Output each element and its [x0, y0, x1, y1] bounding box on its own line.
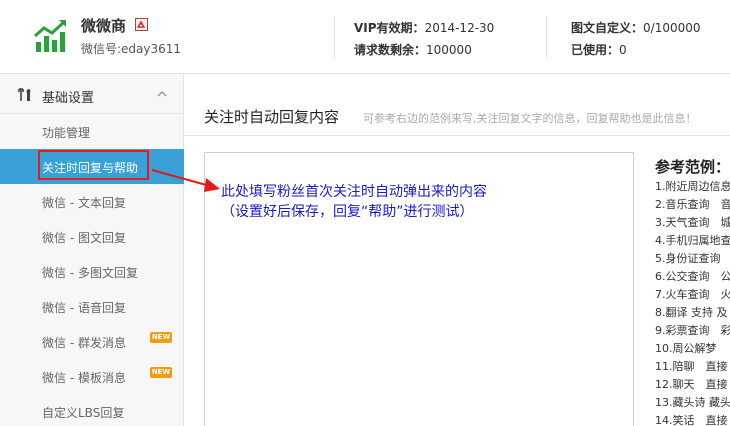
sidebar-item-label: 功能管理	[42, 126, 91, 140]
used-value: 0	[619, 43, 627, 57]
requests-remaining-label: 请求数剩余：	[354, 43, 427, 57]
requests-remaining-value: 100000	[426, 43, 472, 57]
reference-item: 11.陪聊 直接	[655, 360, 728, 373]
sidebar-item-label: 微信 - 语音回复	[42, 301, 126, 315]
title-divider	[184, 135, 730, 136]
wrench-icon	[18, 88, 31, 101]
reference-item: 4.手机归属地查	[655, 234, 730, 247]
annotation-line-1: 此处填写粉丝首次关注时自动弹出来的内容	[221, 184, 487, 200]
sidebar-item-template-message[interactable]: 微信 - 模板消息 NEW	[0, 359, 184, 394]
reference-item: 1.附近周边信息	[655, 180, 730, 193]
top-header: 微微商 微信号:eday3611 VIP有效期：2014-12-30 请求数剩余…	[0, 0, 730, 74]
sidebar-item-label: 微信 - 模板消息	[42, 371, 126, 385]
logo-icon	[28, 16, 70, 58]
reference-item: 14.笑话 直接	[655, 414, 728, 426]
vip-expiry-value: 2014-12-30	[424, 21, 495, 35]
used-count: 已使用：0	[571, 41, 627, 58]
page-hint: 可参考右边的范例来写,关注回复文字的信息，回复帮助也是此信息！	[363, 112, 697, 125]
sidebar-group-title: 基础设置	[42, 91, 95, 106]
reference-item: 2.音乐查询 音	[655, 198, 730, 211]
red-arrow-icon	[151, 169, 220, 192]
custom-graphic-count: 图文自定义：0/100000	[571, 19, 701, 36]
new-badge: NEW	[150, 332, 172, 343]
brand-name: 微微商	[81, 17, 127, 35]
sidebar-group-basic-settings[interactable]: 基础设置	[0, 74, 184, 114]
reference-item: 5.身份证查询	[655, 252, 721, 265]
reference-list: 1.附近周边信息 2.音乐查询 音 3.天气查询 城 4.手机归属地查 5.身份…	[655, 178, 730, 426]
sidebar-item-function-management[interactable]: 功能管理	[0, 114, 184, 149]
sidebar-item-label: 微信 - 群发消息	[42, 336, 126, 350]
reference-item: 13.藏头诗 藏头	[655, 396, 730, 409]
vip-expiry: VIP有效期：2014-12-30	[354, 19, 494, 36]
reference-item: 6.公交查询 公	[655, 270, 730, 283]
reference-item: 3.天气查询 城	[655, 216, 730, 229]
sidebar-item-graphic-reply[interactable]: 微信 - 图文回复	[0, 219, 184, 254]
sidebar-item-label: 微信 - 多图文回复	[42, 266, 138, 280]
sidebar-item-label: 微信 - 图文回复	[42, 231, 126, 245]
chevron-up-icon[interactable]	[156, 89, 168, 99]
sidebar-item-mass-message[interactable]: 微信 - 群发消息 NEW	[0, 324, 184, 359]
header-divider	[334, 16, 335, 58]
sidebar-item-label: 自定义LBS回复	[42, 406, 125, 420]
header-divider	[546, 16, 547, 58]
sidebar-item-multi-graphic-reply[interactable]: 微信 - 多图文回复	[0, 254, 184, 289]
reference-item: 7.火车查询 火	[655, 288, 730, 301]
new-badge: NEW	[150, 367, 172, 378]
reference-item: 10.周公解梦	[655, 342, 717, 355]
page-title: 关注时自动回复内容	[204, 108, 340, 126]
requests-remaining: 请求数剩余：100000	[354, 41, 472, 58]
used-label: 已使用：	[571, 43, 620, 57]
custom-graphic-label: 图文自定义：	[571, 21, 644, 35]
sidebar-item-voice-reply[interactable]: 微信 - 语音回复	[0, 289, 184, 324]
annotation-line-2: （设置好后保存，回复“帮助”进行测试）	[221, 204, 474, 220]
reference-item: 8.翻译 支持 及	[655, 306, 728, 319]
sidebar-item-label: 微信 - 文本回复	[42, 196, 126, 210]
wechat-id: 微信号:eday3611	[81, 42, 182, 56]
reference-item: 12.聊天 直接	[655, 378, 728, 391]
vip-expiry-label: VIP有效期：	[354, 21, 425, 35]
sidebar: 基础设置 功能管理 关注时回复与帮助 微信 - 文本回复 微信 - 图文回复 微…	[0, 74, 184, 426]
reference-title: 参考范例：	[655, 158, 730, 176]
sidebar-item-lbs-reply[interactable]: 自定义LBS回复	[0, 394, 184, 426]
reference-item: 9.彩票查询 彩	[655, 324, 730, 337]
highlight-box	[38, 150, 149, 180]
custom-graphic-value: 0/100000	[643, 21, 701, 35]
verified-badge-icon	[135, 18, 148, 31]
